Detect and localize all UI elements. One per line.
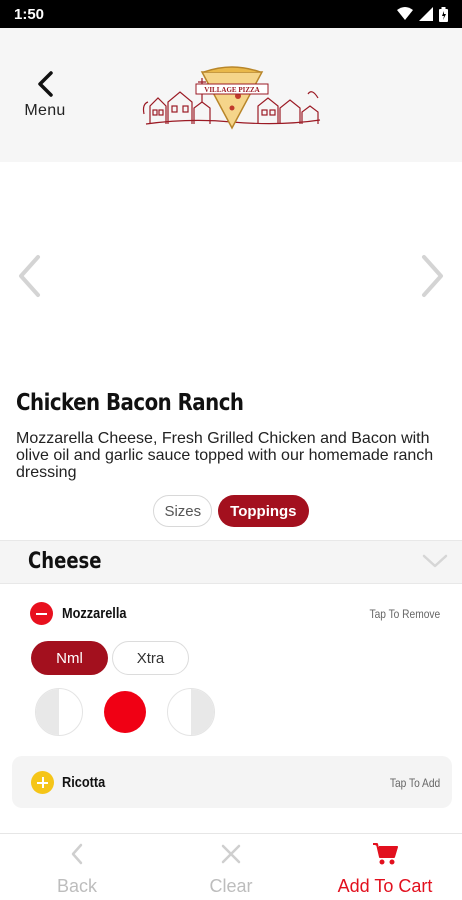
signal-icon [419,7,433,21]
chevron-left-icon [38,71,53,97]
back-menu-label: Menu [24,102,66,119]
whole-portion-icon[interactable] [101,688,149,736]
logo-text: VILLAGE PIZZA [204,86,259,94]
add-to-cart-button[interactable]: Add To Cart [308,834,462,900]
battery-icon [439,6,448,22]
tab-sizes[interactable]: Sizes [153,495,213,527]
topping-name: Ricotta [62,774,106,791]
amount-extra-button[interactable]: Xtra [112,641,189,675]
item-description: Mozzarella Cheese, Fresh Grilled Chicken… [16,430,434,481]
chevron-left-icon [71,843,83,865]
tab-toppings[interactable]: Toppings [218,495,309,527]
chevron-down-icon[interactable] [422,553,448,569]
status-bar: 1:50 [0,0,462,28]
item-image-gallery [0,162,462,387]
bottom-action-bar: Back Clear Add To Cart [0,833,462,900]
wifi-icon [397,7,413,20]
clear-label: Clear [209,876,253,896]
section-header-cheese[interactable]: Cheese [0,540,462,584]
add-to-cart-label: Add To Cart [337,876,433,896]
cart-icon [373,843,398,865]
left-half-portion-icon[interactable] [35,688,83,736]
next-image-arrow-icon[interactable] [420,254,446,298]
back-to-menu-button[interactable]: Menu [18,70,72,120]
topping-name: Mozzarella [62,605,127,622]
amount-normal-button[interactable]: Nml [31,641,108,675]
remove-topping-icon[interactable] [30,602,53,625]
clear-button[interactable]: Clear [154,834,308,900]
previous-image-arrow-icon[interactable] [16,254,42,298]
status-icons [397,6,448,22]
topping-row-ricotta[interactable]: Ricotta Tap To Add [12,756,452,808]
option-tabs: Sizes Toppings [0,495,462,527]
portion-selector [35,688,215,736]
back-label: Back [56,876,98,896]
item-title: Chicken Bacon Ranch [16,390,244,416]
topping-hint: Tap To Remove [369,607,440,621]
right-half-portion-icon[interactable] [167,688,215,736]
add-topping-icon[interactable] [31,771,54,794]
close-icon [221,844,241,864]
topping-hint: Tap To Add [389,776,440,790]
village-pizza-logo: VILLAGE PIZZA [142,66,321,130]
topping-row-mozzarella[interactable]: Mozzarella Tap To Remove [0,592,462,636]
section-title: Cheese [28,549,102,574]
amount-selector: Nml Xtra [31,641,189,675]
header: Menu VILLAGE PIZZA [0,28,462,162]
status-time: 1:50 [14,5,45,23]
back-button[interactable]: Back [0,834,154,900]
